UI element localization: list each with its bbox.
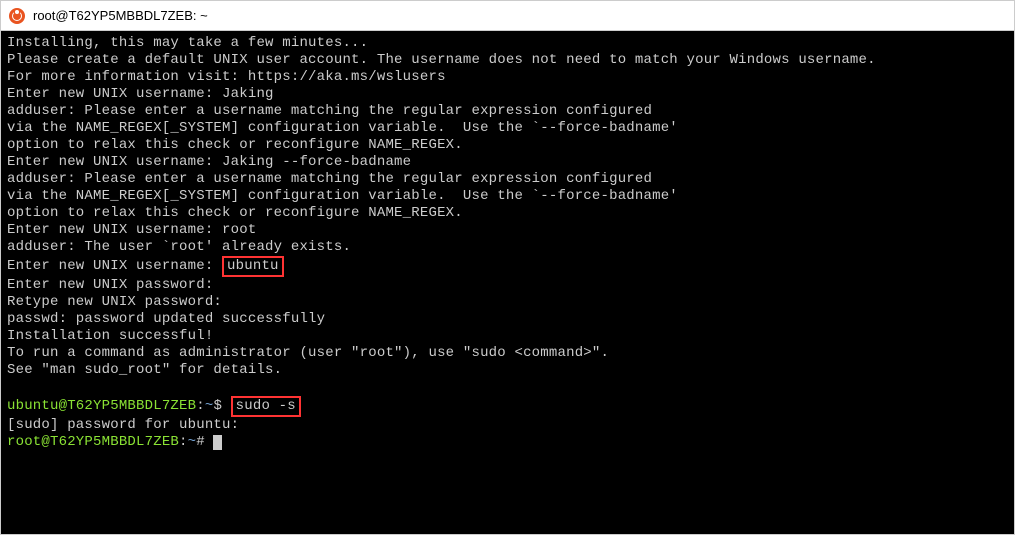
output-line: Retype new UNIX password:: [7, 294, 222, 310]
output-line: Enter new UNIX password:: [7, 277, 213, 293]
cursor: [213, 435, 222, 450]
highlight-box-command: sudo -s: [231, 396, 301, 417]
output-line: Enter new UNIX username: Jaking: [7, 86, 274, 102]
output-line: option to relax this check or reconfigur…: [7, 137, 463, 153]
output-line: passwd: password updated successfully: [7, 311, 325, 327]
output-line: Enter new UNIX username: Jaking --force-…: [7, 154, 411, 170]
prompt-separator: :: [179, 434, 188, 450]
output-line: via the NAME_REGEX[_SYSTEM] configuratio…: [7, 188, 678, 204]
output-line: adduser: Please enter a username matchin…: [7, 103, 652, 119]
output-line: To run a command as administrator (user …: [7, 345, 609, 361]
output-line: Enter new UNIX username: root: [7, 222, 256, 238]
output-prefix: Enter new UNIX username:: [7, 258, 222, 274]
output-line: [sudo] password for ubuntu:: [7, 417, 239, 433]
output-line: adduser: Please enter a username matchin…: [7, 171, 652, 187]
prompt-user-host: ubuntu@T62YP5MBBDL7ZEB: [7, 398, 196, 414]
output-line: Installing, this may take a few minutes.…: [7, 35, 368, 51]
output-line: Installation successful!: [7, 328, 213, 344]
ubuntu-icon: [9, 8, 25, 24]
output-line: via the NAME_REGEX[_SYSTEM] configuratio…: [7, 120, 678, 136]
prompt-user-host: root@T62YP5MBBDL7ZEB: [7, 434, 179, 450]
terminal-window: root@T62YP5MBBDL7ZEB: ~ Installing, this…: [0, 0, 1015, 535]
output-line: option to relax this check or reconfigur…: [7, 205, 463, 221]
output-line: adduser: The user `root' already exists.: [7, 239, 351, 255]
prompt-separator: :: [196, 398, 205, 414]
prompt-hash: #: [196, 434, 213, 450]
prompt-path: ~: [188, 434, 197, 450]
terminal-output[interactable]: Installing, this may take a few minutes.…: [1, 31, 1014, 534]
highlight-box-username: ubuntu: [222, 256, 284, 277]
output-line: See "man sudo_root" for details.: [7, 362, 282, 378]
output-line: For more information visit: https://aka.…: [7, 69, 446, 85]
window-title: root@T62YP5MBBDL7ZEB: ~: [33, 8, 208, 23]
prompt-dollar: $: [213, 398, 230, 414]
output-line: Please create a default UNIX user accoun…: [7, 52, 876, 68]
titlebar[interactable]: root@T62YP5MBBDL7ZEB: ~: [1, 1, 1014, 31]
